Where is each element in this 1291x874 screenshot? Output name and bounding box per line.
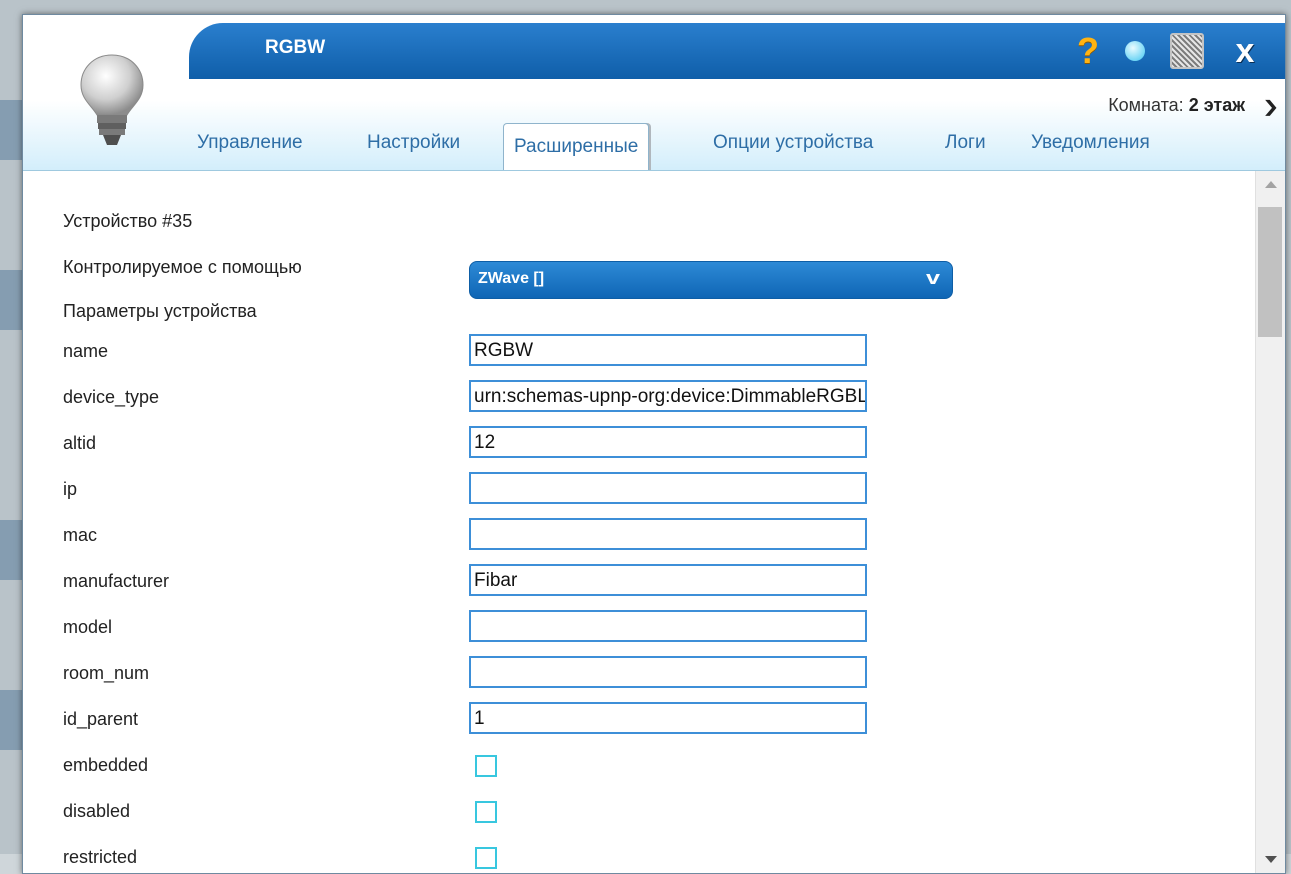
field-label: manufacturer [63, 571, 170, 591]
field-label: name [63, 341, 109, 361]
info-bubble-icon[interactable] [1121, 33, 1149, 69]
field-label: mac [63, 525, 98, 545]
background-strip [0, 520, 24, 580]
close-icon[interactable]: x [1227, 32, 1263, 70]
restricted-checkbox[interactable] [475, 847, 497, 869]
altid-input[interactable]: 12 [469, 426, 867, 458]
tab-notifications[interactable]: Уведомления [1031, 132, 1150, 154]
room-value: 2 этаж [1188, 95, 1245, 115]
vertical-scrollbar[interactable] [1255, 171, 1285, 873]
tab-control[interactable]: Управление [197, 132, 303, 154]
tab-device-options[interactable]: Опции устройства [713, 132, 873, 154]
chevron-down-icon[interactable]: ❯ [1262, 97, 1279, 117]
checkbox-label: restricted [63, 847, 138, 867]
advanced-panel: Устройство #35 Контролируемое с помощью … [23, 171, 1255, 873]
disabled-checkbox[interactable] [475, 801, 497, 823]
light-bulb-icon [80, 54, 144, 145]
manufacturer-input[interactable]: Fibar [469, 564, 867, 596]
scroll-down-arrow-icon[interactable] [1265, 856, 1277, 863]
mac-input[interactable] [469, 518, 867, 550]
dialog-header: RGBW ? x Комната: 2 этаж ❯ Управление На… [23, 15, 1285, 171]
checkbox-label: disabled [63, 801, 131, 821]
device-params-label: Параметры устройства [63, 301, 257, 321]
embedded-checkbox[interactable] [475, 755, 497, 777]
chevron-down-icon: v [925, 268, 941, 288]
name-input[interactable]: RGBW [469, 334, 867, 366]
question-mark-icon[interactable]: ? [1073, 30, 1103, 71]
device-dialog: RGBW ? x Комната: 2 этаж ❯ Управление На… [22, 14, 1286, 874]
controller-select-value: ZWave [] [478, 270, 545, 287]
device-type-input[interactable]: urn:schemas-upnp-org:device:DimmableRGBL… [469, 380, 867, 412]
window-title: RGBW [265, 37, 326, 58]
background-strip [0, 690, 24, 750]
model-input[interactable] [469, 610, 867, 642]
field-label: device_type [63, 387, 160, 407]
room-indicator: Комната: 2 этаж [1108, 95, 1245, 116]
tab-advanced[interactable]: Расширенные [503, 123, 650, 170]
background-strip [0, 100, 24, 160]
tab-logs[interactable]: Логи [945, 132, 986, 154]
tab-settings[interactable]: Настройки [367, 132, 460, 154]
device-id: Устройство #35 [63, 211, 193, 231]
field-label: id_parent [63, 709, 139, 729]
field-label: model [63, 617, 113, 637]
controller-select[interactable]: ZWave [] v [469, 261, 953, 299]
ip-input[interactable] [469, 472, 867, 504]
id-parent-input[interactable]: 1 [469, 702, 867, 734]
title-bar: RGBW ? x [189, 23, 1285, 79]
room-num-input[interactable] [469, 656, 867, 688]
field-label: ip [63, 479, 78, 499]
controlled-by-label: Контролируемое с помощью [63, 257, 302, 277]
room-label: Комната: [1108, 95, 1184, 115]
trash-icon[interactable] [1169, 33, 1205, 69]
checkbox-label: embedded [63, 755, 149, 775]
field-label: room_num [63, 663, 150, 683]
scroll-thumb[interactable] [1258, 207, 1282, 337]
field-label: altid [63, 433, 97, 453]
background-strip [0, 270, 24, 330]
scroll-up-arrow-icon[interactable] [1265, 181, 1277, 188]
